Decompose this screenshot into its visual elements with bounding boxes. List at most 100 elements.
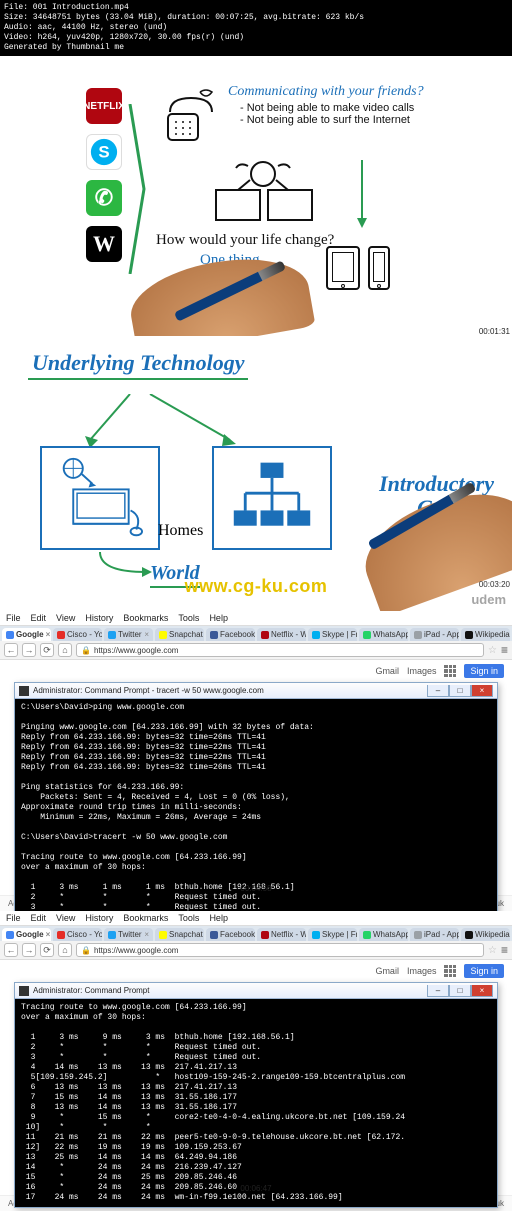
favicon-icon xyxy=(414,931,422,939)
window-maximize-button[interactable]: □ xyxy=(449,685,471,697)
gmail-link[interactable]: Gmail xyxy=(375,966,399,976)
menu-edit[interactable]: Edit xyxy=(31,913,47,923)
whiteboard-intro: NETFLIX S ✆ W Communicating with your fr… xyxy=(0,56,512,336)
menu-file[interactable]: File xyxy=(6,913,21,923)
tab-label: Netflix - Wat… xyxy=(271,630,306,639)
cmd-output[interactable]: Tracing route to www.google.com [64.233.… xyxy=(15,999,497,1207)
nav-home-button[interactable]: ⌂ xyxy=(58,943,72,957)
signin-button[interactable]: Sign in xyxy=(464,964,504,978)
browser-tab[interactable]: WhatsApp :: …× xyxy=(359,628,408,641)
browser-tab[interactable]: Google× xyxy=(2,928,51,941)
browser-panel-tracert: File Edit View History Bookmarks Tools H… xyxy=(0,911,512,1211)
browser-tab[interactable]: Wikipedia, th…× xyxy=(461,628,510,641)
favicon-icon xyxy=(363,931,371,939)
panel1-timecode: 00:01:31 xyxy=(479,327,510,336)
arrow-to-world-icon xyxy=(96,552,156,578)
menu-bookmarks[interactable]: Bookmarks xyxy=(123,913,168,923)
menu-view[interactable]: View xyxy=(56,613,75,623)
browser-menu-icon[interactable]: ≡ xyxy=(501,943,508,957)
browser-menu-icon[interactable]: ≡ xyxy=(501,643,508,657)
browser-tab[interactable]: Google× xyxy=(2,628,51,641)
browser-panel-ping: File Edit View History Bookmarks Tools H… xyxy=(0,611,512,911)
tab-label: Twitter xyxy=(118,630,142,639)
browser-menubar: File Edit View History Bookmarks Tools H… xyxy=(0,911,512,926)
window-minimize-button[interactable]: – xyxy=(427,985,449,997)
browser-tab[interactable]: Facebook - L…× xyxy=(206,928,255,941)
browser-tab[interactable]: Facebook - L…× xyxy=(206,628,255,641)
menu-history[interactable]: History xyxy=(85,913,113,923)
menu-help[interactable]: Help xyxy=(209,913,228,923)
skype-icon: S xyxy=(86,134,122,170)
nav-forward-button[interactable]: → xyxy=(22,943,36,957)
nav-back-button[interactable]: ← xyxy=(4,643,18,657)
browser-tab[interactable]: Cisco - YouT…× xyxy=(53,628,102,641)
browser-tab[interactable]: Netflix - Wat…× xyxy=(257,928,306,941)
meta-audio: Audio: aac, 44100 Hz, stereo (und) xyxy=(4,23,508,33)
browser-tab[interactable]: Snapchat× xyxy=(155,928,204,941)
browser-tab[interactable]: Skype | Free c…× xyxy=(308,928,357,941)
cmd-titlebar[interactable]: Administrator: Command Prompt – □ × xyxy=(15,983,497,999)
menu-history[interactable]: History xyxy=(85,613,113,623)
cmd-output[interactable]: C:\Users\David>ping www.google.com Pingi… xyxy=(15,699,497,947)
window-close-button[interactable]: × xyxy=(471,985,493,997)
browser-tab[interactable]: iPad - Apple× xyxy=(410,928,459,941)
menu-edit[interactable]: Edit xyxy=(31,613,47,623)
command-prompt-window[interactable]: Administrator: Command Prompt - tracert … xyxy=(14,682,498,948)
google-apps-icon[interactable] xyxy=(444,965,456,977)
favicon-icon xyxy=(6,631,14,639)
whiteboard-technology: Underlying Technology xyxy=(0,336,512,611)
menu-tools[interactable]: Tools xyxy=(178,913,199,923)
nav-forward-button[interactable]: → xyxy=(22,643,36,657)
browser-tab[interactable]: Twitter× xyxy=(104,928,153,941)
tab-close-icon[interactable]: × xyxy=(46,630,51,639)
bullet-2: - Not being able to surf the Internet xyxy=(240,114,414,126)
images-link[interactable]: Images xyxy=(407,966,437,976)
menu-file[interactable]: File xyxy=(6,613,21,623)
home-box xyxy=(40,446,160,550)
browser-tab[interactable]: Snapchat× xyxy=(155,628,204,641)
tab-label: Cisco - YouT… xyxy=(67,930,102,939)
tab-close-icon[interactable]: × xyxy=(144,930,149,939)
menu-view[interactable]: View xyxy=(56,913,75,923)
window-minimize-button[interactable]: – xyxy=(427,685,449,697)
browser-tab[interactable]: Wikipedia, th…× xyxy=(461,928,510,941)
google-apps-icon[interactable] xyxy=(444,665,456,677)
nav-back-button[interactable]: ← xyxy=(4,943,18,957)
tab-close-icon[interactable]: × xyxy=(46,930,51,939)
favicon-icon xyxy=(414,631,422,639)
mobile-devices-group xyxy=(326,246,390,290)
browser-tab[interactable]: Twitter× xyxy=(104,628,153,641)
menu-bookmarks[interactable]: Bookmarks xyxy=(123,613,168,623)
command-prompt-window[interactable]: Administrator: Command Prompt – □ × Trac… xyxy=(14,982,498,1208)
window-maximize-button[interactable]: □ xyxy=(449,985,471,997)
browser-tab[interactable]: iPad - Apple× xyxy=(410,628,459,641)
url-input[interactable]: 🔒 https://www.google.com xyxy=(76,643,484,657)
browser-tab[interactable]: Cisco - YouT…× xyxy=(53,928,102,941)
url-input[interactable]: 🔒 https://www.google.com xyxy=(76,943,484,957)
browser-tab[interactable]: Netflix - Wat…× xyxy=(257,628,306,641)
browser-tab[interactable]: WhatsApp :: …× xyxy=(359,928,408,941)
bookmark-star-icon[interactable]: ☆ xyxy=(488,645,497,656)
gmail-link[interactable]: Gmail xyxy=(375,666,399,676)
meta-gen: Generated by Thumbnail me xyxy=(4,43,508,53)
nav-home-button[interactable]: ⌂ xyxy=(58,643,72,657)
tab-close-icon[interactable]: × xyxy=(144,630,149,639)
lock-icon: 🔒 xyxy=(81,946,91,955)
browser-tab[interactable]: Skype | Free c…× xyxy=(308,628,357,641)
signin-button[interactable]: Sign in xyxy=(464,664,504,678)
watermark-text: www.cg-ku.com xyxy=(0,576,512,597)
nav-reload-button[interactable]: ⟳ xyxy=(40,643,54,657)
window-close-button[interactable]: × xyxy=(471,685,493,697)
svg-text:S: S xyxy=(98,143,109,162)
favicon-icon xyxy=(261,931,269,939)
cmd-titlebar[interactable]: Administrator: Command Prompt - tracert … xyxy=(15,683,497,699)
images-link[interactable]: Images xyxy=(407,666,437,676)
favicon-icon xyxy=(108,931,116,939)
menu-tools[interactable]: Tools xyxy=(178,613,199,623)
favicon-icon xyxy=(57,931,65,939)
menu-help[interactable]: Help xyxy=(209,613,228,623)
nav-reload-button[interactable]: ⟳ xyxy=(40,943,54,957)
url-text: https://www.google.com xyxy=(94,946,178,955)
bookmark-star-icon[interactable]: ☆ xyxy=(488,945,497,956)
bullet-list: - Not being able to make video calls - N… xyxy=(240,102,414,126)
